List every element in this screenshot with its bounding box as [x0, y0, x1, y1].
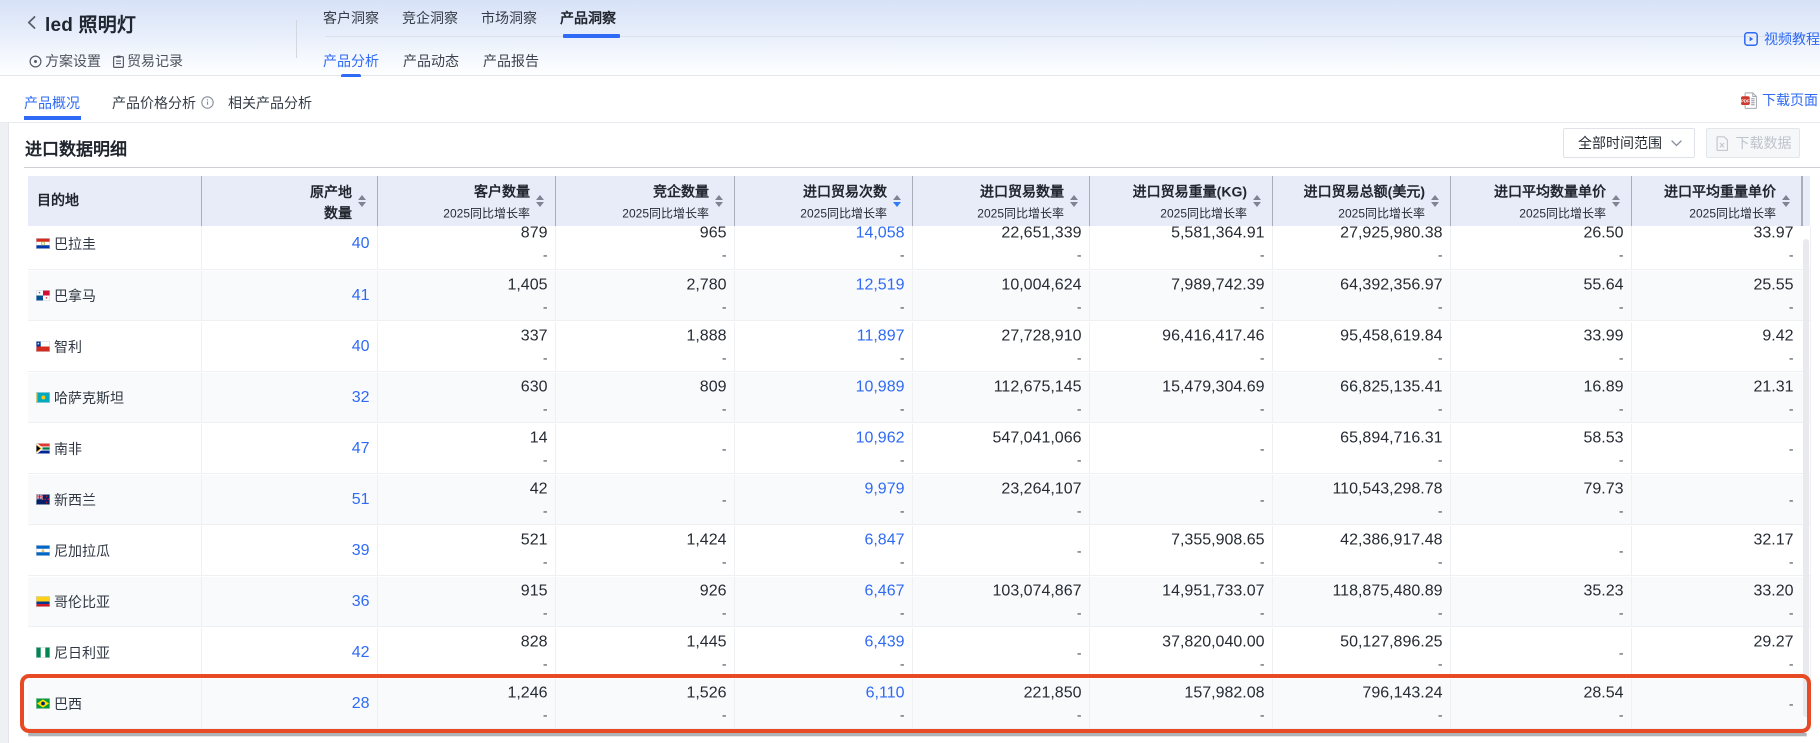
svg-text:PDF: PDF: [1741, 98, 1750, 103]
